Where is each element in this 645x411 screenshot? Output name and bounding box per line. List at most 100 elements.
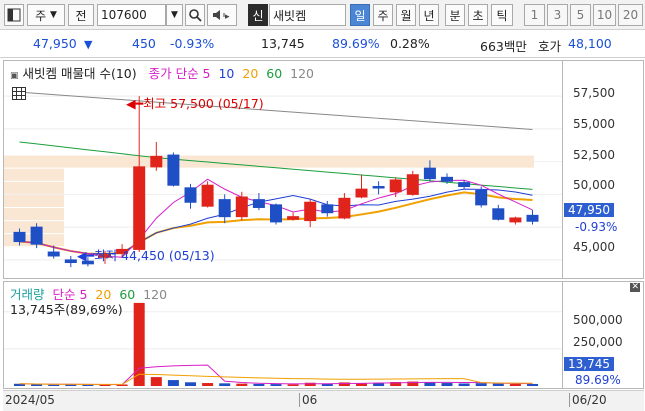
interval-1-label: 1 [530,8,539,22]
tab-year-label: 년 [423,8,435,23]
candle-body [406,174,419,195]
interval-1-button[interactable]: 1 [524,4,545,26]
tab-minute-label: 분 [449,8,461,23]
ma120-label: 120 [290,66,315,81]
price-tick-52500: 52,500 [573,148,615,162]
trade-amount: 663백만 [480,39,527,54]
interval-3-button[interactable]: 3 [547,4,568,26]
volume-bar [48,384,60,386]
volume-tick-250000: 250,000 [573,335,623,349]
tab-day[interactable]: 일 [350,4,370,26]
search-icon [189,9,202,22]
volume-info-text: 13,745주(89,69%) [10,302,123,317]
candle-body [355,188,368,198]
ma10-label: 10 [218,66,235,81]
new-listing-label: 신 [252,8,264,23]
stock-name-value: 새빗켐 [273,8,307,23]
stock-code-input[interactable]: 107600 [97,4,166,26]
price-chart-legend: ▣ 새빗켐 매물대 수(10) 종가 단순 5 10 20 60 120 [10,63,314,82]
collapse-icon[interactable]: ▣ [10,71,19,81]
tab-week-label: 주 [377,8,389,23]
price-chart-title: 새빗켐 매물대 수(10) [22,66,137,81]
period-select[interactable]: 주 ▼ [27,4,65,26]
ma5-label: 종가 단순 5 [148,66,211,81]
code-dropdown-button[interactable]: ▼ [166,4,183,26]
candle-body [492,208,505,220]
tab-year[interactable]: 년 [419,4,439,26]
chevron-down-icon: ▼ [171,10,178,20]
volume-bar [441,383,453,386]
stock-code-value: 107600 [101,8,147,22]
current-pct-label: -0.93% [575,220,618,234]
table-icon[interactable] [12,87,26,103]
current-volume-pct: 89.69% [575,373,621,387]
interval-5-button[interactable]: 5 [570,4,591,26]
date-label-2024-05: 2024/05 [5,393,55,407]
price-axis: 57,500 55,000 52,500 50,000 45,000 47,95… [562,61,643,278]
tab-minute[interactable]: 분 [445,4,465,26]
volume-profile-bar [4,194,64,207]
volume-bar [287,384,299,386]
date-axis: 2024/05 06 06/20 [3,390,644,411]
volume-axis: ✕ 500,000 250,000 13,745 89.69% [562,282,643,388]
low-annotation-text: 최저 44,450 (05/13) [94,248,215,263]
volume-bar [133,302,145,386]
price-change-pct: -0.93% [170,36,215,51]
candle-body [304,201,317,222]
price-change: 450 [132,36,156,51]
current-price-tag: 47,950 [564,203,614,217]
candle-body [64,259,77,264]
price-tick-57500: 57,500 [573,86,615,100]
candle-body [252,199,265,208]
candle-body [167,154,180,186]
high-annotation-text: 최고 57,500 (05/17) [143,96,264,111]
window-icon[interactable] [4,4,24,26]
stock-name-field[interactable]: 새빗켐 [269,4,346,26]
close-icon[interactable]: ✕ [630,283,640,292]
price-info-bar: 47,950 ▼ 450 -0.93% 13,745 89.69% 0.28% … [0,30,645,58]
candle-body [30,226,43,245]
candle-body [218,199,231,218]
tab-second[interactable]: 초 [468,4,488,26]
tab-month[interactable]: 월 [396,4,416,26]
jeon-label: 전 [75,8,87,23]
volume-bar [475,383,487,386]
volume-bar [236,383,248,386]
candle-body [47,251,60,257]
volume-bar [304,382,316,386]
candle-body [287,216,300,220]
interval-10-label: 10 [596,8,613,22]
candle-body [270,204,282,223]
svg-text:▸: ▸ [225,12,230,22]
volume-bar [167,380,179,386]
current-price: 47,950 [33,36,77,51]
volume-bar [492,383,504,386]
volume-ratio: 89.69% [332,36,380,51]
vol-ma120-label: 120 [143,287,168,302]
interval-20-button[interactable]: 20 [618,4,643,26]
period-select-label: 주 [35,8,47,23]
ma20-label: 20 [242,66,259,81]
tab-week[interactable]: 주 [373,4,393,26]
candle-body [441,176,453,182]
tab-tick-label: 틱 [496,8,508,23]
candle-body [389,179,402,193]
volume-bar [270,384,282,386]
search-button[interactable] [185,4,205,26]
candle-body [321,204,334,214]
candle-body [150,155,163,168]
sound-button[interactable]: ▸ [207,4,237,26]
interval-10-button[interactable]: 10 [593,4,616,26]
volume-bar [202,383,214,386]
high-annotation: ◀━최고 57,500 (05/17) [126,93,264,112]
volume-profile-bar [4,207,64,221]
tab-tick[interactable]: 틱 [491,4,513,26]
candle-body [133,166,146,250]
candle-body [338,197,351,219]
turnover-rate: 0.28% [390,36,430,51]
interval-5-label: 5 [576,8,585,22]
price-tick-45000: 45,000 [573,240,615,254]
volume-profile-bar [4,181,64,194]
toolbar: 주 ▼ 전 107600 ▼ ▸ 신 새빗켐 일 주 월 년 분 초 틱 1 3… [0,0,645,30]
jeon-button[interactable]: 전 [68,4,94,26]
